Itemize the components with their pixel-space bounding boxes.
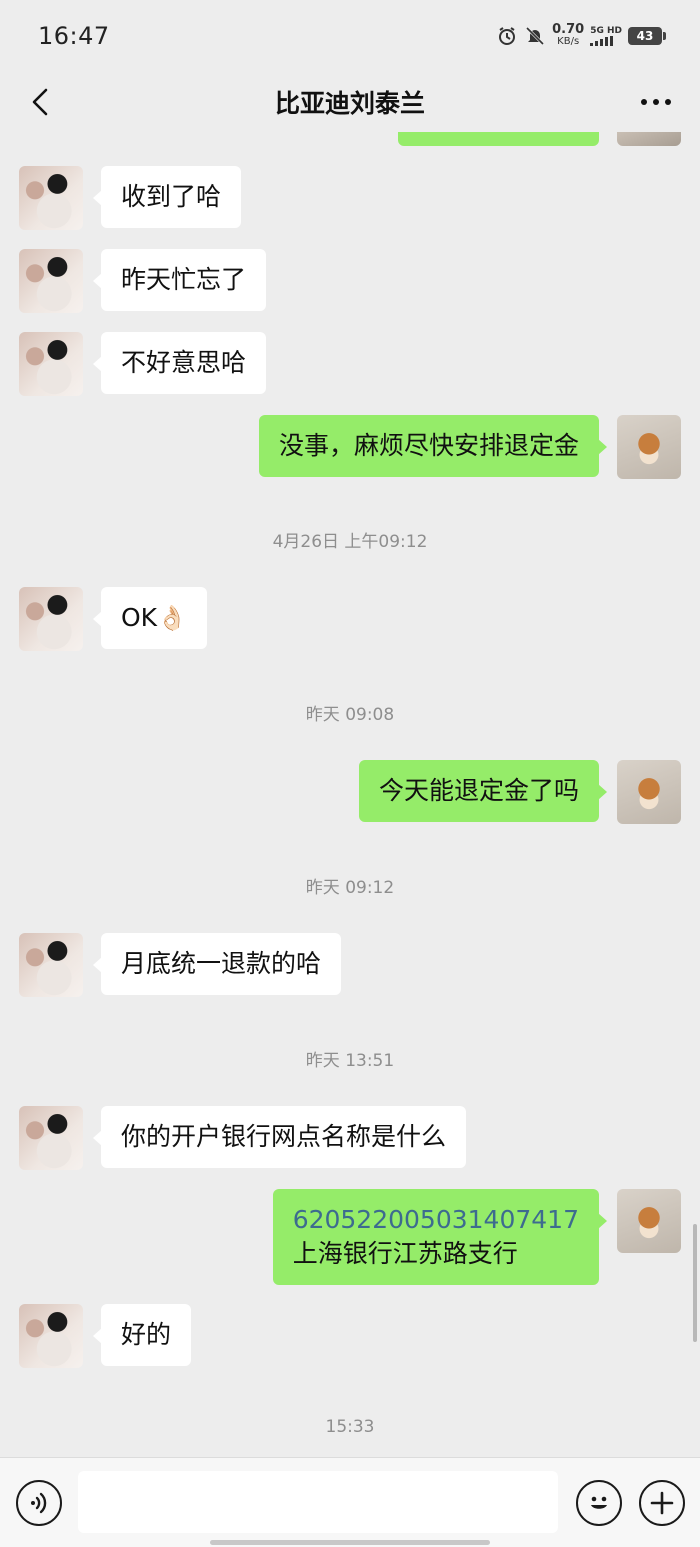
message-timestamp: 昨天 09:08	[305, 705, 395, 725]
status-icons: 0.70 KB/s 5G HD 43	[496, 22, 666, 48]
input-bar	[0, 1457, 700, 1547]
my-avatar[interactable]	[617, 1189, 681, 1253]
signal-bars-icon	[590, 36, 614, 46]
message-list[interactable]: 收到了哈 昨天忙忘了 不好意思哈 没事，麻烦尽快安排退定金 4月26日 上午09…	[0, 132, 700, 1457]
contact-avatar[interactable]	[19, 332, 83, 396]
chevron-left-icon	[32, 88, 48, 116]
my-avatar[interactable]	[617, 415, 681, 479]
message-bubble-received[interactable]: 昨天忙忘了	[92, 249, 267, 311]
previous-message-bubble	[398, 132, 599, 146]
battery-icon: 43	[628, 27, 666, 45]
voice-icon	[31, 1492, 47, 1514]
more-options-button[interactable]	[634, 82, 678, 122]
message-text: 没事，麻烦尽快安排退定金	[278, 431, 579, 460]
contact-avatar[interactable]	[19, 933, 83, 997]
more-functions-button[interactable]	[639, 1480, 685, 1526]
message-text: 好的	[121, 1320, 172, 1349]
mute-icon	[524, 25, 546, 47]
message-text: 上海银行江苏路支行	[292, 1239, 518, 1268]
message-timestamp: 昨天 09:12	[305, 878, 395, 898]
message-bubble-received[interactable]: 收到了哈	[92, 166, 242, 228]
plus-icon	[650, 1491, 674, 1515]
status-time: 16:47	[38, 22, 110, 50]
chat-title: 比亚迪刘泰兰	[274, 89, 425, 118]
signal-indicator: 5G HD	[590, 26, 622, 46]
message-bubble-sent[interactable]: 6205220050314​07417 上海银行江苏路支行	[272, 1189, 608, 1285]
message-bubble-received[interactable]: 好的	[92, 1304, 192, 1366]
network-speed: 0.70 KB/s	[552, 22, 585, 48]
alarm-icon	[496, 25, 518, 47]
message-timestamp: 昨天 13:51	[305, 1051, 395, 1071]
message-text: 昨天忙忘了	[121, 265, 247, 294]
more-dots-icon	[641, 99, 671, 105]
message-bubble-sent[interactable]: 没事，麻烦尽快安排退定金	[258, 415, 608, 477]
my-avatar	[617, 132, 681, 146]
signal-label: 5G HD	[590, 26, 622, 36]
my-avatar[interactable]	[617, 760, 681, 824]
smiley-icon	[591, 1496, 607, 1509]
scrollbar[interactable]	[693, 1224, 697, 1342]
contact-avatar[interactable]	[19, 249, 83, 313]
message-bubble-sent[interactable]: 今天能退定金了吗	[358, 760, 608, 822]
message-text: 今天能退定金了吗	[378, 776, 579, 805]
contact-avatar[interactable]	[19, 1304, 83, 1368]
contact-avatar[interactable]	[19, 587, 83, 651]
emoji-button[interactable]	[576, 1480, 622, 1526]
battery-level: 43	[636, 29, 654, 43]
message-timestamp: 15:33	[325, 1417, 375, 1437]
message-text: 月底统一退款的哈	[121, 949, 322, 978]
message-input[interactable]	[78, 1471, 558, 1533]
account-number-link[interactable]: 6205220050314​07417	[293, 1203, 579, 1237]
message-text: 你的开户银行网点名称是什么	[121, 1122, 447, 1151]
ok-hand-emoji-icon: 👌🏻	[157, 604, 187, 632]
message-bubble-received[interactable]: 月底统一退款的哈	[92, 933, 342, 995]
message-bubble-received[interactable]: 你的开户银行网点名称是什么	[92, 1106, 467, 1168]
status-bar: 16:47 0.70 KB/s 5G HD 43	[0, 0, 700, 72]
network-speed-unit: KB/s	[557, 36, 580, 47]
back-button[interactable]	[20, 82, 60, 122]
voice-input-button[interactable]	[16, 1480, 62, 1526]
message-timestamp: 4月26日 上午09:12	[272, 532, 428, 552]
home-indicator	[210, 1540, 490, 1545]
message-bubble-received[interactable]: OK👌🏻	[93, 587, 207, 649]
message-bubble-received[interactable]: 不好意思哈	[92, 332, 267, 394]
chat-header: 比亚迪刘泰兰	[0, 72, 700, 132]
message-text: 收到了哈	[121, 182, 222, 211]
contact-avatar[interactable]	[19, 166, 83, 230]
message-text: OK	[121, 603, 158, 632]
contact-avatar[interactable]	[19, 1106, 83, 1170]
message-text: 不好意思哈	[121, 348, 247, 377]
network-speed-value: 0.70	[552, 22, 585, 37]
